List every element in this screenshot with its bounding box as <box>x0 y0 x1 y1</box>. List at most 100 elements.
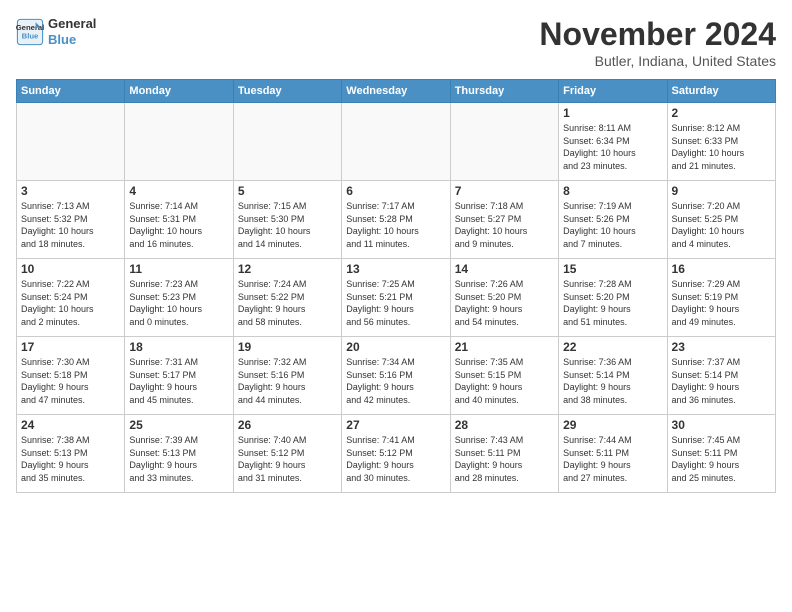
day-info: Sunrise: 7:38 AM Sunset: 5:13 PM Dayligh… <box>21 434 120 484</box>
table-cell: 8 Sunrise: 7:19 AM Sunset: 5:26 PM Daylig… <box>559 181 667 259</box>
header-sunday: Sunday <box>17 80 125 103</box>
day-number: 16 <box>672 262 771 276</box>
day-info: Sunrise: 7:13 AM Sunset: 5:32 PM Dayligh… <box>21 200 120 250</box>
title-block: November 2024 Butler, Indiana, United St… <box>539 16 776 69</box>
day-number: 23 <box>672 340 771 354</box>
header-monday: Monday <box>125 80 233 103</box>
calendar-table: Sunday Monday Tuesday Wednesday Thursday… <box>16 79 776 493</box>
day-number: 8 <box>563 184 662 198</box>
day-info: Sunrise: 7:35 AM Sunset: 5:15 PM Dayligh… <box>455 356 554 406</box>
day-info: Sunrise: 7:15 AM Sunset: 5:30 PM Dayligh… <box>238 200 337 250</box>
day-number: 5 <box>238 184 337 198</box>
day-number: 18 <box>129 340 228 354</box>
table-cell: 23Sunrise: 7:37 AM Sunset: 5:14 PM Dayli… <box>667 337 775 415</box>
week-row-5: 24 Sunrise: 7:38 AM Sunset: 5:13 PM Dayli… <box>17 415 776 493</box>
day-info: Sunrise: 7:34 AM Sunset: 5:16 PM Dayligh… <box>346 356 445 406</box>
day-number: 28 <box>455 418 554 432</box>
table-cell: 16 Sunrise: 7:29 AM Sunset: 5:19 PM Dayli… <box>667 259 775 337</box>
day-info: Sunrise: 7:14 AM Sunset: 5:31 PM Dayligh… <box>129 200 228 250</box>
table-cell: 22Sunrise: 7:36 AM Sunset: 5:14 PM Dayli… <box>559 337 667 415</box>
table-cell: 30Sunrise: 7:45 AM Sunset: 5:11 PM Dayli… <box>667 415 775 493</box>
header-thursday: Thursday <box>450 80 558 103</box>
table-cell: 18 Sunrise: 7:31 AM Sunset: 5:17 PM Dayli… <box>125 337 233 415</box>
table-cell: 12Sunrise: 7:24 AM Sunset: 5:22 PM Dayli… <box>233 259 341 337</box>
day-number: 11 <box>129 262 228 276</box>
day-number: 26 <box>238 418 337 432</box>
table-cell: 29 Sunrise: 7:44 AM Sunset: 5:11 PM Dayli… <box>559 415 667 493</box>
day-number: 20 <box>346 340 445 354</box>
weekday-header-row: Sunday Monday Tuesday Wednesday Thursday… <box>17 80 776 103</box>
day-number: 21 <box>455 340 554 354</box>
day-info: Sunrise: 7:23 AM Sunset: 5:23 PM Dayligh… <box>129 278 228 328</box>
logo: General Blue General Blue <box>16 16 96 47</box>
table-cell: 6 Sunrise: 7:17 AM Sunset: 5:28 PM Daylig… <box>342 181 450 259</box>
table-cell: 10 Sunrise: 7:22 AM Sunset: 5:24 PM Dayli… <box>17 259 125 337</box>
table-cell: 19Sunrise: 7:32 AM Sunset: 5:16 PM Dayli… <box>233 337 341 415</box>
table-cell <box>233 103 341 181</box>
table-cell: 15 Sunrise: 7:28 AM Sunset: 5:20 PM Dayli… <box>559 259 667 337</box>
day-info: Sunrise: 7:31 AM Sunset: 5:17 PM Dayligh… <box>129 356 228 406</box>
day-info: Sunrise: 7:17 AM Sunset: 5:28 PM Dayligh… <box>346 200 445 250</box>
day-info: Sunrise: 7:36 AM Sunset: 5:14 PM Dayligh… <box>563 356 662 406</box>
table-cell: 13 Sunrise: 7:25 AM Sunset: 5:21 PM Dayli… <box>342 259 450 337</box>
day-number: 13 <box>346 262 445 276</box>
day-info: Sunrise: 7:45 AM Sunset: 5:11 PM Dayligh… <box>672 434 771 484</box>
day-info: Sunrise: 7:25 AM Sunset: 5:21 PM Dayligh… <box>346 278 445 328</box>
table-cell: 11 Sunrise: 7:23 AM Sunset: 5:23 PM Dayli… <box>125 259 233 337</box>
svg-text:Blue: Blue <box>22 31 39 40</box>
table-cell: 1Sunrise: 8:11 AM Sunset: 6:34 PM Daylig… <box>559 103 667 181</box>
calendar-page: General Blue General Blue November 2024 … <box>0 0 792 612</box>
table-cell: 26 Sunrise: 7:40 AM Sunset: 5:12 PM Dayli… <box>233 415 341 493</box>
table-cell: 5 Sunrise: 7:15 AM Sunset: 5:30 PM Daylig… <box>233 181 341 259</box>
day-info: Sunrise: 7:26 AM Sunset: 5:20 PM Dayligh… <box>455 278 554 328</box>
day-number: 6 <box>346 184 445 198</box>
day-number: 7 <box>455 184 554 198</box>
header-wednesday: Wednesday <box>342 80 450 103</box>
table-cell: 27Sunrise: 7:41 AM Sunset: 5:12 PM Dayli… <box>342 415 450 493</box>
day-info: Sunrise: 7:43 AM Sunset: 5:11 PM Dayligh… <box>455 434 554 484</box>
table-cell <box>17 103 125 181</box>
day-number: 29 <box>563 418 662 432</box>
day-number: 27 <box>346 418 445 432</box>
day-info: Sunrise: 7:32 AM Sunset: 5:16 PM Dayligh… <box>238 356 337 406</box>
day-info: Sunrise: 8:12 AM Sunset: 6:33 PM Dayligh… <box>672 122 771 172</box>
day-info: Sunrise: 7:19 AM Sunset: 5:26 PM Dayligh… <box>563 200 662 250</box>
table-cell: 17 Sunrise: 7:30 AM Sunset: 5:18 PM Dayli… <box>17 337 125 415</box>
page-header: General Blue General Blue November 2024 … <box>16 16 776 69</box>
table-cell: 7 Sunrise: 7:18 AM Sunset: 5:27 PM Daylig… <box>450 181 558 259</box>
table-cell <box>342 103 450 181</box>
day-number: 25 <box>129 418 228 432</box>
day-info: Sunrise: 7:39 AM Sunset: 5:13 PM Dayligh… <box>129 434 228 484</box>
day-info: Sunrise: 7:22 AM Sunset: 5:24 PM Dayligh… <box>21 278 120 328</box>
day-info: Sunrise: 8:11 AM Sunset: 6:34 PM Dayligh… <box>563 122 662 172</box>
day-number: 12 <box>238 262 337 276</box>
week-row-2: 3 Sunrise: 7:13 AM Sunset: 5:32 PM Daylig… <box>17 181 776 259</box>
day-number: 17 <box>21 340 120 354</box>
day-info: Sunrise: 7:29 AM Sunset: 5:19 PM Dayligh… <box>672 278 771 328</box>
day-number: 24 <box>21 418 120 432</box>
table-cell: 14 Sunrise: 7:26 AM Sunset: 5:20 PM Dayli… <box>450 259 558 337</box>
table-cell: 20 Sunrise: 7:34 AM Sunset: 5:16 PM Dayli… <box>342 337 450 415</box>
day-number: 15 <box>563 262 662 276</box>
table-cell: 24 Sunrise: 7:38 AM Sunset: 5:13 PM Dayli… <box>17 415 125 493</box>
month-title: November 2024 <box>539 16 776 53</box>
table-cell: 2Sunrise: 8:12 AM Sunset: 6:33 PM Daylig… <box>667 103 775 181</box>
week-row-1: 1Sunrise: 8:11 AM Sunset: 6:34 PM Daylig… <box>17 103 776 181</box>
day-number: 10 <box>21 262 120 276</box>
day-info: Sunrise: 7:44 AM Sunset: 5:11 PM Dayligh… <box>563 434 662 484</box>
day-info: Sunrise: 7:30 AM Sunset: 5:18 PM Dayligh… <box>21 356 120 406</box>
table-cell <box>125 103 233 181</box>
day-number: 4 <box>129 184 228 198</box>
header-friday: Friday <box>559 80 667 103</box>
day-number: 3 <box>21 184 120 198</box>
week-row-4: 17 Sunrise: 7:30 AM Sunset: 5:18 PM Dayli… <box>17 337 776 415</box>
day-info: Sunrise: 7:40 AM Sunset: 5:12 PM Dayligh… <box>238 434 337 484</box>
location: Butler, Indiana, United States <box>539 53 776 69</box>
table-cell: 9Sunrise: 7:20 AM Sunset: 5:25 PM Daylig… <box>667 181 775 259</box>
day-info: Sunrise: 7:28 AM Sunset: 5:20 PM Dayligh… <box>563 278 662 328</box>
table-cell: 3 Sunrise: 7:13 AM Sunset: 5:32 PM Daylig… <box>17 181 125 259</box>
day-info: Sunrise: 7:18 AM Sunset: 5:27 PM Dayligh… <box>455 200 554 250</box>
day-number: 14 <box>455 262 554 276</box>
logo-icon: General Blue <box>16 18 44 46</box>
table-cell: 4 Sunrise: 7:14 AM Sunset: 5:31 PM Daylig… <box>125 181 233 259</box>
